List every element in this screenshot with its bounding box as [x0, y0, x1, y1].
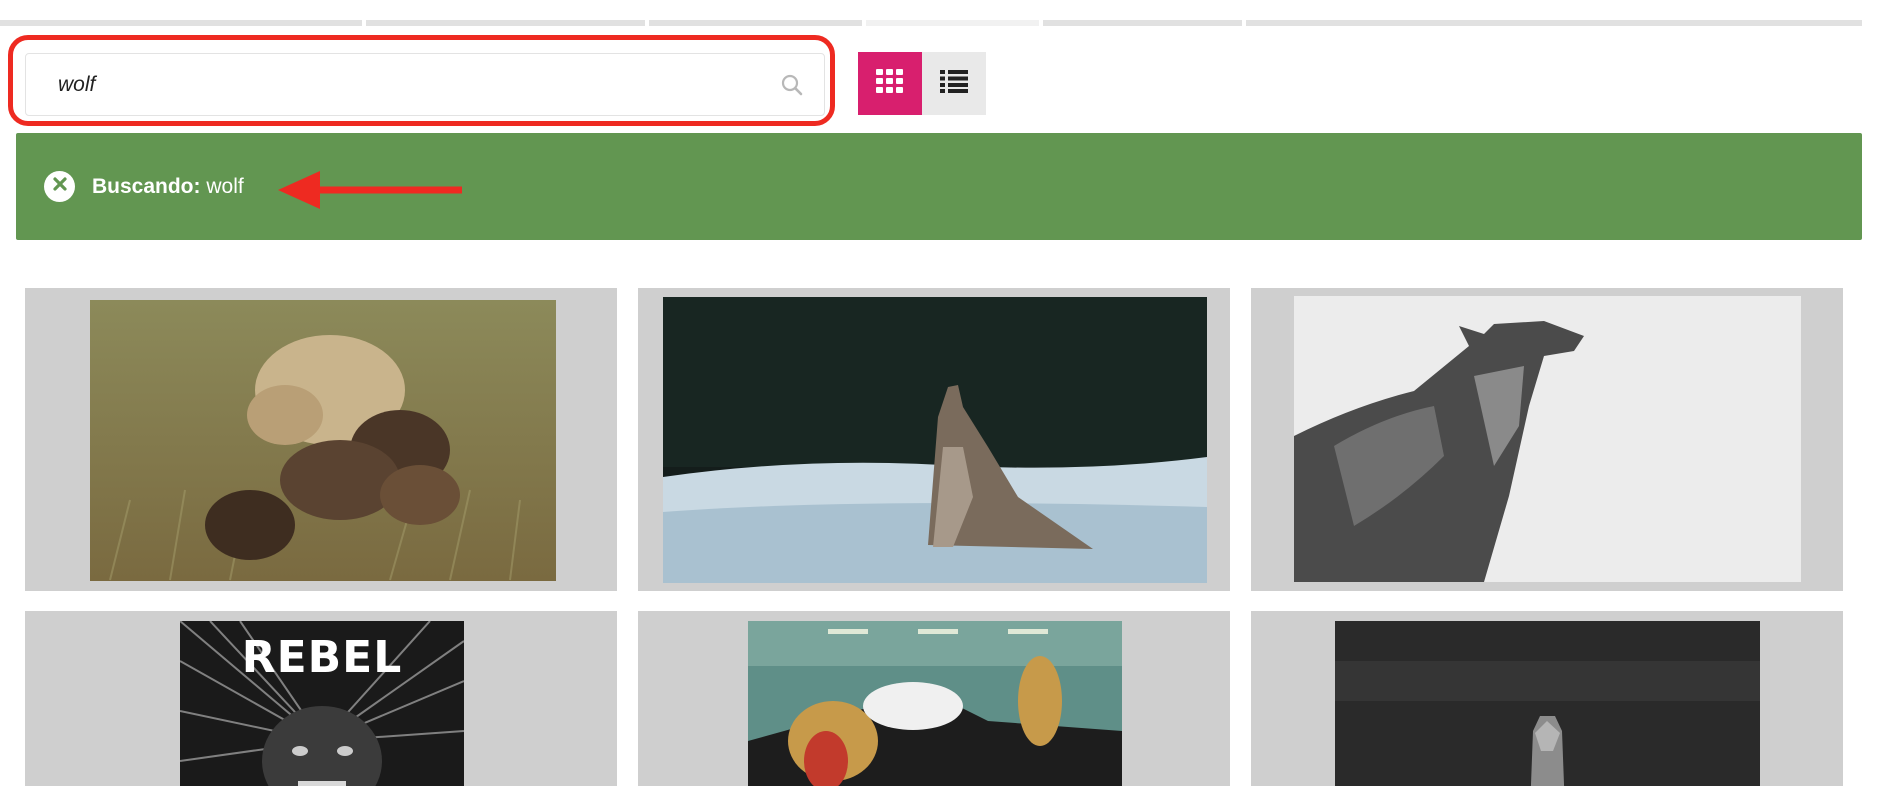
annotation-arrow-icon [278, 171, 462, 209]
result-thumbnail [1294, 296, 1801, 582]
list-icon [940, 69, 968, 98]
search-input[interactable] [27, 55, 767, 114]
results-grid: REBEL [25, 288, 1855, 786]
search-status-term: wolf [206, 175, 244, 198]
result-card[interactable] [638, 611, 1230, 786]
result-thumbnail [663, 297, 1207, 583]
result-card[interactable] [1251, 288, 1843, 591]
result-thumbnail [748, 621, 1122, 786]
top-tab-strip [0, 20, 1862, 26]
search-status-text: Buscando: wolf [92, 175, 244, 199]
search-highlight-outline [8, 35, 835, 126]
result-thumbnail [1335, 621, 1760, 786]
result-card[interactable] [1251, 611, 1843, 786]
grid-view-button[interactable] [858, 52, 922, 115]
clear-search-button[interactable] [44, 171, 75, 202]
grid-icon [876, 69, 904, 98]
result-card[interactable]: REBEL [25, 611, 617, 786]
meme-caption-text: REBEL [241, 632, 403, 683]
search-status-label: Buscando: [92, 175, 201, 198]
result-thumbnail: REBEL [180, 621, 464, 786]
close-circle-icon [52, 177, 67, 196]
result-thumbnail [90, 300, 556, 581]
result-card[interactable] [25, 288, 617, 591]
search-field[interactable] [25, 53, 825, 116]
list-view-button[interactable] [922, 52, 986, 115]
result-card[interactable] [638, 288, 1230, 591]
search-icon[interactable] [780, 73, 804, 97]
